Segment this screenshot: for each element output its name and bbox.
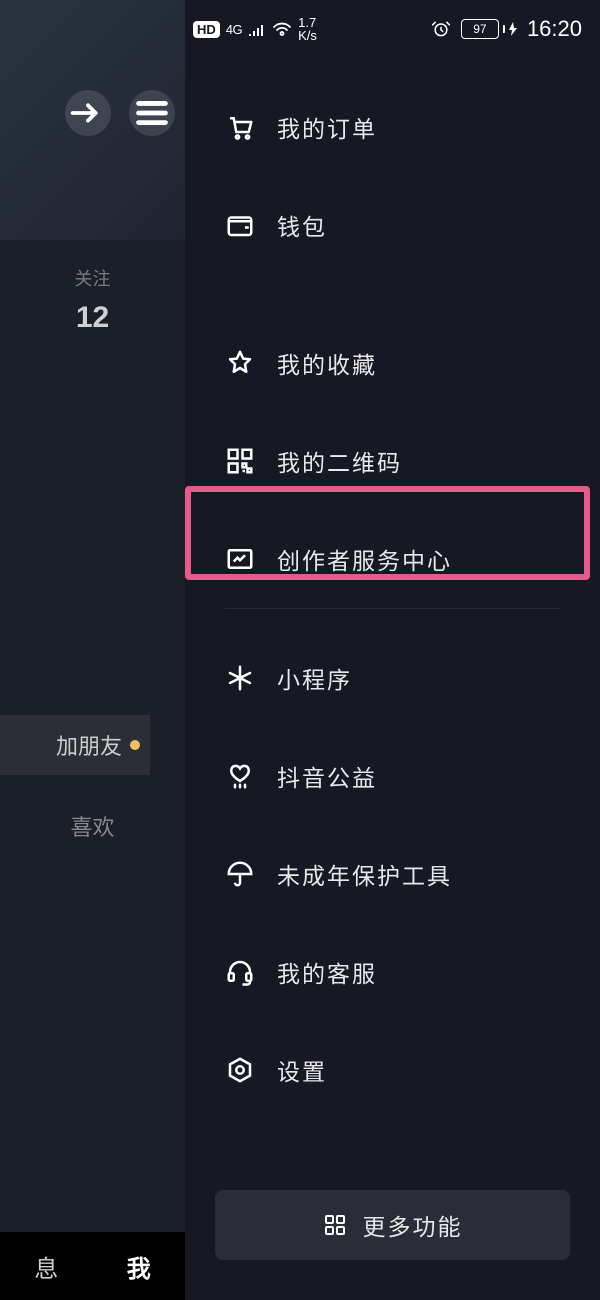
spark-icon — [225, 663, 255, 693]
menu-label: 我的收藏 — [277, 346, 377, 380]
menu-label: 我的客服 — [277, 955, 377, 989]
net-speed-unit: K/s — [298, 29, 317, 42]
menu-item-miniapp[interactable]: 小程序 — [185, 629, 600, 727]
side-drawer: HD 4G 1.7 K/s 97 16:20 我的订单 — [185, 0, 600, 1300]
nav-messages[interactable]: 息 — [34, 1249, 58, 1284]
battery-indicator: 97 — [461, 19, 517, 39]
cart-icon — [225, 112, 255, 142]
profile-header — [0, 0, 185, 240]
menu-item-favorites[interactable]: 我的收藏 — [185, 314, 600, 412]
menu-label: 小程序 — [277, 661, 352, 695]
pointing-hand-icon — [65, 90, 111, 136]
menu-item-wallet[interactable]: 钱包 — [185, 176, 600, 274]
network-4g: 4G — [226, 22, 242, 37]
menu-label: 钱包 — [277, 208, 327, 242]
menu-label: 抖音公益 — [277, 759, 377, 793]
wallet-icon — [225, 210, 255, 240]
share-button[interactable] — [65, 90, 111, 136]
hamburger-icon — [129, 90, 175, 136]
nav-me[interactable]: 我 — [127, 1249, 151, 1284]
clock-time: 16:20 — [527, 16, 582, 42]
menu-item-settings[interactable]: 设置 — [185, 1021, 600, 1119]
status-bar: HD 4G 1.7 K/s 97 16:20 — [185, 0, 600, 58]
heart-rain-icon — [225, 761, 255, 791]
alarm-icon — [431, 19, 451, 39]
more-label: 更多功能 — [363, 1208, 463, 1242]
wifi-icon — [272, 21, 292, 37]
analytics-icon — [225, 544, 255, 574]
gear-icon — [225, 1055, 255, 1085]
menu-item-charity[interactable]: 抖音公益 — [185, 727, 600, 825]
menu-label: 创作者服务中心 — [277, 542, 452, 576]
menu-label: 我的订单 — [277, 110, 377, 144]
menu-item-creator-center[interactable]: 创作者服务中心 — [185, 510, 600, 608]
headset-icon — [225, 957, 255, 987]
notification-dot-icon — [130, 740, 140, 750]
profile-background: 关注 12 加朋友 喜欢 息 我 — [0, 0, 185, 1300]
add-friend-tab[interactable]: 加朋友 — [0, 715, 150, 775]
menu-item-minor-protection[interactable]: 未成年保护工具 — [185, 825, 600, 923]
menu-button[interactable] — [129, 90, 175, 136]
add-friend-label: 加朋友 — [56, 729, 122, 761]
follow-count: 12 — [0, 301, 185, 335]
hd-badge: HD — [193, 21, 220, 38]
signal-bars-icon — [248, 22, 266, 36]
follow-stat[interactable]: 关注 12 — [0, 240, 185, 335]
menu-item-support[interactable]: 我的客服 — [185, 923, 600, 1021]
tab-likes[interactable]: 喜欢 — [0, 810, 185, 842]
umbrella-icon — [225, 859, 255, 889]
menu-label: 设置 — [277, 1053, 327, 1087]
menu-item-qrcode[interactable]: 我的二维码 — [185, 412, 600, 510]
drawer-menu: 我的订单 钱包 我的收藏 我的二维码 创作者服务中心 — [185, 58, 600, 1300]
menu-divider — [225, 608, 560, 609]
menu-item-orders[interactable]: 我的订单 — [185, 78, 600, 176]
charging-icon — [509, 22, 517, 36]
more-features-button[interactable]: 更多功能 — [215, 1190, 570, 1260]
qrcode-icon — [225, 446, 255, 476]
star-icon — [225, 348, 255, 378]
follow-label: 关注 — [0, 265, 185, 291]
bottom-nav: 息 我 — [0, 1232, 185, 1300]
grid-icon — [323, 1213, 347, 1237]
menu-label: 我的二维码 — [277, 444, 402, 478]
menu-label: 未成年保护工具 — [277, 857, 452, 891]
